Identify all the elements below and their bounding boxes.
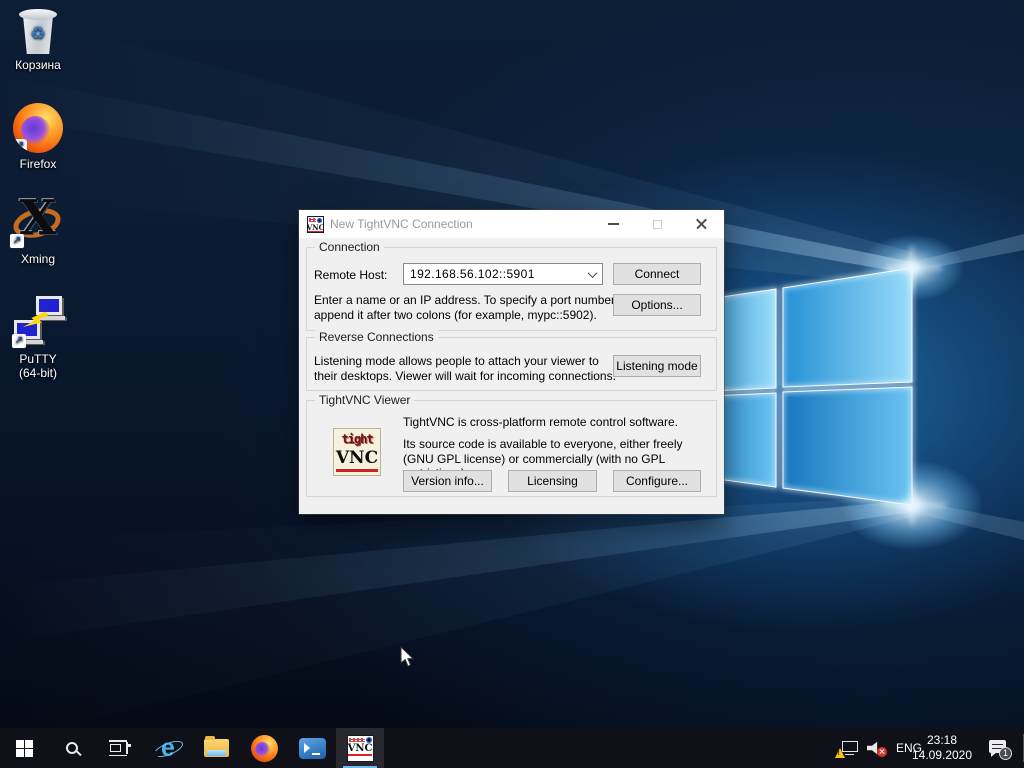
task-view-button[interactable]: [96, 728, 144, 768]
tightvnc-app-icon: VNC: [307, 216, 324, 233]
connection-help-line1: Enter a name or an IP address. To specif…: [314, 293, 618, 308]
volume-tray[interactable]: [862, 728, 890, 768]
taskbar-search-button[interactable]: [48, 728, 96, 768]
taskbar-clock[interactable]: 23:18 14.09.2020: [906, 728, 978, 768]
configure-button[interactable]: Configure...: [613, 470, 701, 492]
desktop-icon-putty[interactable]: ↗ PuTTY (64-bit): [0, 296, 76, 380]
action-center-button[interactable]: 1: [982, 728, 1016, 768]
xming-icon: X ↗: [10, 196, 66, 248]
start-button[interactable]: [0, 728, 48, 768]
reverse-connections-group-label: Reverse Connections: [315, 330, 438, 344]
notification-badge: 1: [999, 747, 1012, 760]
combobox-dropdown-icon[interactable]: [582, 271, 602, 278]
taskbar-internet-explorer[interactable]: e: [144, 728, 192, 768]
tightvnc-icon: VNC: [347, 735, 374, 762]
tightvnc-logo: tight VNC: [333, 428, 381, 476]
shortcut-arrow-icon: ↗: [10, 234, 24, 248]
viewer-text-line2: Its source code is available to everyone…: [403, 437, 682, 451]
remote-host-label: Remote Host:: [314, 268, 387, 282]
taskbar: e VNC ! ENG: [0, 728, 1024, 768]
connect-button[interactable]: Connect: [613, 263, 701, 285]
viewer-text-line1: TightVNC is cross-platform remote contro…: [403, 415, 678, 429]
file-explorer-icon: [204, 739, 229, 757]
internet-explorer-icon: e: [155, 735, 181, 761]
network-warning-icon: !: [838, 740, 858, 756]
clock-date: 14.09.2020: [912, 748, 972, 763]
search-icon: [66, 742, 78, 754]
speaker-muted-icon: [867, 741, 885, 756]
connection-help-line2: append it after two colons (for example,…: [314, 308, 597, 323]
desktop-icon-label: PuTTY: [0, 352, 76, 366]
network-status-tray[interactable]: !: [834, 728, 862, 768]
firefox-icon: [251, 735, 278, 762]
dialog-title: New TightVNC Connection: [330, 217, 473, 231]
dialog-titlebar[interactable]: VNC New TightVNC Connection: [299, 210, 724, 238]
reverse-help-line1: Listening mode allows people to attach y…: [314, 354, 599, 369]
tightvnc-connection-dialog: VNC New TightVNC Connection Connection R…: [299, 210, 724, 514]
version-info-button[interactable]: Version info...: [403, 470, 492, 492]
recycle-bin-icon: ♻: [18, 8, 58, 54]
desktop-icon-recycle-bin[interactable]: ♻ Корзина: [0, 8, 76, 72]
shortcut-arrow-icon: ↗: [13, 139, 27, 153]
licensing-button[interactable]: Licensing: [508, 470, 597, 492]
action-center-icon: 1: [989, 739, 1009, 757]
desktop-icon-label: Корзина: [0, 58, 76, 72]
taskbar-file-explorer[interactable]: [192, 728, 240, 768]
desktop-icon-label: Firefox: [0, 157, 76, 171]
putty-icon: ↗: [12, 296, 64, 348]
clock-time: 23:18: [912, 733, 972, 748]
desktop-icon-xming[interactable]: X ↗ Xming: [0, 196, 76, 266]
reverse-help-line2: their desktops. Viewer will wait for inc…: [314, 369, 616, 384]
tightvnc-viewer-group-label: TightVNC Viewer: [315, 393, 414, 407]
desktop-icon-label-line2: (64-bit): [0, 366, 76, 380]
desktop-icon-label: Xming: [0, 252, 76, 266]
task-view-icon: [109, 740, 131, 756]
maximize-button: [642, 210, 672, 238]
powershell-icon: [299, 738, 326, 759]
shortcut-arrow-icon: ↗: [12, 334, 26, 348]
connection-group-label: Connection: [315, 240, 384, 254]
taskbar-powershell[interactable]: [288, 728, 336, 768]
taskbar-tightvnc-active[interactable]: VNC: [336, 728, 384, 768]
taskbar-firefox[interactable]: [240, 728, 288, 768]
minimize-button[interactable]: [598, 210, 628, 238]
desktop-icon-firefox[interactable]: ↗ Firefox: [0, 103, 76, 171]
options-button[interactable]: Options...: [613, 294, 701, 316]
remote-host-combobox[interactable]: 192.168.56.102::5901: [403, 263, 603, 285]
windows-logo-icon: [16, 740, 33, 757]
close-button[interactable]: [686, 210, 716, 238]
listening-mode-button[interactable]: Listening mode: [613, 355, 701, 377]
remote-host-value[interactable]: 192.168.56.102::5901: [404, 267, 582, 281]
firefox-icon: ↗: [13, 103, 63, 153]
